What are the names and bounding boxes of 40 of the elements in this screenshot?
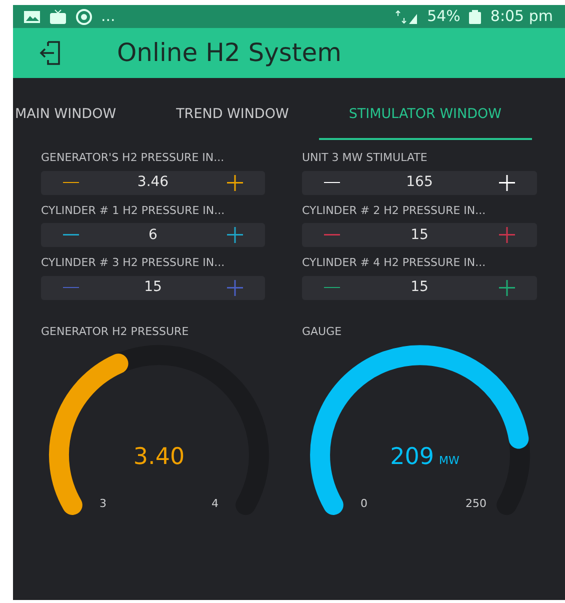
battery-percent: 54%: [427, 6, 460, 28]
stepper-value: 6: [148, 226, 158, 244]
signal-icon: [395, 8, 420, 24]
tv-icon: [49, 8, 67, 24]
gauge-min: 0: [360, 497, 368, 510]
stepper-label: CYLINDER # 1 H2 PRESSURE IN...: [41, 202, 226, 218]
gauge-label: GENERATOR H2 PRESSURE: [41, 324, 190, 340]
stepper-label: GENERATOR'S H2 PRESSURE IN...: [41, 150, 226, 166]
tab[interactable]: MAIN WINDOW: [13, 94, 146, 140]
gauge-max: 4: [212, 497, 218, 510]
more-text: ...: [101, 6, 116, 28]
gauge-unit: MW: [439, 454, 460, 467]
minus-icon: [324, 182, 340, 184]
minus-icon: [63, 234, 79, 236]
stepper-label: CYLINDER # 3 H2 PRESSURE IN...: [41, 255, 226, 271]
circle-icon: [75, 8, 93, 24]
image-icon: [23, 8, 41, 24]
exit-icon[interactable]: [39, 39, 61, 67]
minus-icon: [63, 182, 79, 184]
gauge-value: 3.40: [133, 444, 185, 470]
stepper-value: 15: [410, 278, 428, 297]
gauge-min: 3: [100, 497, 106, 510]
stepper-label: UNIT 3 MW STIMULATE: [302, 150, 428, 166]
battery-icon: [468, 8, 482, 24]
stepper-value: 165: [406, 173, 433, 192]
gauge-label: GAUGE: [302, 324, 343, 340]
gauge-value: 209: [390, 444, 434, 470]
stepper-label: CYLINDER # 2 H2 PRESSURE IN...: [302, 202, 487, 218]
minus-icon: [324, 234, 340, 236]
gauge-max: 250: [466, 497, 486, 510]
stepper-value: 15: [144, 278, 162, 297]
clock: 8:05 pm: [490, 6, 553, 28]
minus-icon: [324, 286, 340, 288]
stepper-value: 3.46: [137, 173, 169, 192]
app-title: Online H2 System: [117, 37, 342, 70]
stepper-label: CYLINDER # 4 H2 PRESSURE IN...: [302, 255, 487, 271]
stepper-value: 15: [410, 226, 428, 244]
tab[interactable]: TREND WINDOW: [146, 94, 319, 140]
minus-icon: [63, 286, 79, 288]
tab[interactable]: STIMULATOR WINDOW: [318, 94, 532, 140]
